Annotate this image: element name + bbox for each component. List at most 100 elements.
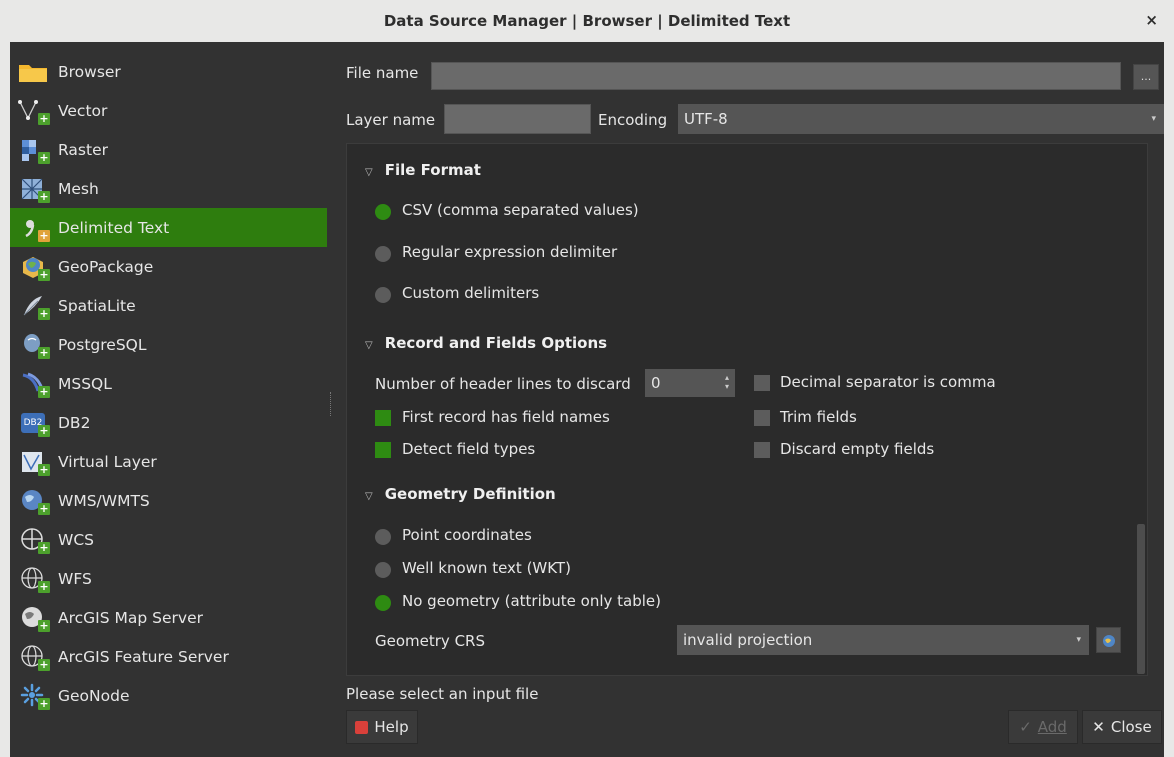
sidebar-item-wms-wmts[interactable]: + WMS/WMTS bbox=[10, 481, 327, 520]
sidebar-item-mesh[interactable]: + Mesh bbox=[10, 169, 327, 208]
browse-button[interactable]: ... bbox=[1133, 64, 1159, 90]
record-options-header[interactable]: ▽ Record and Fields Options bbox=[365, 334, 607, 352]
sidebar-item-arcgis-map-server[interactable]: + ArcGIS Map Server bbox=[10, 598, 327, 637]
close-icon: ✕ bbox=[1092, 718, 1105, 736]
detect-types-label[interactable]: Detect field types bbox=[402, 440, 535, 458]
scrollbar-thumb[interactable] bbox=[1137, 524, 1145, 674]
help-button[interactable]: Help bbox=[346, 710, 418, 744]
point-coordinates-radio[interactable] bbox=[375, 529, 391, 545]
sidebar-item-label: ArcGIS Feature Server bbox=[58, 647, 229, 666]
sidebar-item-label: WCS bbox=[58, 530, 94, 549]
discard-empty-label[interactable]: Discard empty fields bbox=[780, 440, 934, 458]
sidebar-item-raster[interactable]: + Raster bbox=[10, 130, 327, 169]
discard-empty-checkbox[interactable] bbox=[754, 442, 770, 458]
header-lines-spinbox[interactable]: 0 ▴ ▾ bbox=[645, 369, 735, 397]
trim-fields-label[interactable]: Trim fields bbox=[780, 408, 857, 426]
arcgis-map-server-icon: + bbox=[16, 604, 50, 632]
first-record-label[interactable]: First record has field names bbox=[402, 408, 610, 426]
close-window-icon[interactable]: × bbox=[1145, 11, 1158, 29]
csv-radio[interactable] bbox=[375, 204, 391, 220]
crs-selector-button[interactable] bbox=[1096, 627, 1121, 653]
wcs-icon: + bbox=[16, 526, 50, 554]
sidebar-item-arcgis-feature-server[interactable]: + ArcGIS Feature Server bbox=[10, 637, 327, 676]
detect-types-checkbox[interactable] bbox=[375, 442, 391, 458]
sidebar-item-label: GeoNode bbox=[58, 686, 130, 705]
delimited-text-icon: + bbox=[16, 214, 50, 242]
vertical-scrollbar[interactable] bbox=[1135, 144, 1147, 675]
file-format-header[interactable]: ▽ File Format bbox=[365, 161, 481, 179]
header-lines-label: Number of header lines to discard bbox=[375, 375, 631, 393]
sidebar-item-mssql[interactable]: + MSSQL bbox=[10, 364, 327, 403]
folder-icon bbox=[16, 58, 50, 86]
sidebar-item-postgresql[interactable]: + PostgreSQL bbox=[10, 325, 327, 364]
geometry-crs-label: Geometry CRS bbox=[375, 632, 485, 650]
sidebar-item-label: DB2 bbox=[58, 413, 91, 432]
geometry-definition-header[interactable]: ▽ Geometry Definition bbox=[365, 485, 556, 503]
sidebar-item-label: ArcGIS Map Server bbox=[58, 608, 203, 627]
mesh-icon: + bbox=[16, 175, 50, 203]
options-panel: ▽ File Format CSV (comma separated values… bbox=[346, 143, 1148, 676]
spatialite-icon: + bbox=[16, 292, 50, 320]
spin-arrows-icon[interactable]: ▴ ▾ bbox=[725, 373, 729, 391]
close-button[interactable]: ✕ Close bbox=[1082, 710, 1162, 744]
custom-delimiters-label[interactable]: Custom delimiters bbox=[402, 284, 539, 302]
regex-label[interactable]: Regular expression delimiter bbox=[402, 243, 617, 261]
wfs-icon: + bbox=[16, 565, 50, 593]
sidebar-item-db2[interactable]: DB2 + DB2 bbox=[10, 403, 327, 442]
sidebar-item-label: Mesh bbox=[58, 179, 99, 198]
file-name-input[interactable] bbox=[431, 62, 1121, 90]
raster-icon: + bbox=[16, 136, 50, 164]
sidebar-item-label: PostgreSQL bbox=[58, 335, 147, 354]
sidebar-item-browser[interactable]: Browser bbox=[10, 52, 327, 91]
sidebar-item-label: GeoPackage bbox=[58, 257, 154, 276]
decimal-comma-checkbox[interactable] bbox=[754, 375, 770, 391]
delimited-text-form: File name ... Layer name Encoding UTF-8 … bbox=[336, 42, 1164, 757]
dropdown-arrow-icon: ▾ bbox=[1151, 114, 1156, 124]
vector-icon: + bbox=[16, 97, 50, 125]
trim-fields-checkbox[interactable] bbox=[754, 410, 770, 426]
collapse-triangle-icon: ▽ bbox=[365, 491, 373, 502]
sidebar-item-label: Virtual Layer bbox=[58, 452, 157, 471]
add-button[interactable]: ✓ Add bbox=[1008, 710, 1078, 744]
sidebar-item-virtual-layer[interactable]: + Virtual Layer bbox=[10, 442, 327, 481]
sidebar-item-delimited-text[interactable]: + Delimited Text bbox=[10, 208, 327, 247]
mssql-icon: + bbox=[16, 370, 50, 398]
dropdown-arrow-icon: ▾ bbox=[1076, 635, 1081, 645]
geopackage-icon: + bbox=[16, 253, 50, 281]
regex-radio[interactable] bbox=[375, 246, 391, 262]
first-record-checkbox[interactable] bbox=[375, 410, 391, 426]
no-geometry-label[interactable]: No geometry (attribute only table) bbox=[402, 592, 661, 610]
custom-delimiters-radio[interactable] bbox=[375, 287, 391, 303]
encoding-select[interactable]: UTF-8 ▾ bbox=[678, 104, 1164, 134]
source-sidebar: Browser + Vector + Raster + Mesh + Delim… bbox=[10, 52, 327, 752]
geometry-crs-select[interactable]: invalid projection ▾ bbox=[677, 625, 1089, 655]
geonode-icon: + bbox=[16, 682, 50, 710]
sidebar-item-geonode[interactable]: + GeoNode bbox=[10, 676, 327, 715]
sidebar-item-label: WFS bbox=[58, 569, 92, 588]
file-name-label: File name bbox=[346, 64, 419, 82]
point-coordinates-label[interactable]: Point coordinates bbox=[402, 526, 532, 544]
sidebar-item-vector[interactable]: + Vector bbox=[10, 91, 327, 130]
wkt-label[interactable]: Well known text (WKT) bbox=[402, 559, 571, 577]
sidebar-item-label: WMS/WMTS bbox=[58, 491, 150, 510]
sidebar-item-geopackage[interactable]: + GeoPackage bbox=[10, 247, 327, 286]
layer-name-input[interactable] bbox=[444, 104, 591, 134]
wkt-radio[interactable] bbox=[375, 562, 391, 578]
encoding-label: Encoding bbox=[598, 111, 668, 129]
check-icon: ✓ bbox=[1019, 718, 1032, 736]
sidebar-item-label: Vector bbox=[58, 101, 108, 120]
collapse-triangle-icon: ▽ bbox=[365, 167, 373, 178]
sidebar-item-label: Raster bbox=[58, 140, 108, 159]
sidebar-item-wfs[interactable]: + WFS bbox=[10, 559, 327, 598]
no-geometry-radio[interactable] bbox=[375, 595, 391, 611]
status-message: Please select an input file bbox=[346, 685, 539, 703]
sidebar-item-label: Delimited Text bbox=[58, 218, 170, 237]
sidebar-item-spatialite[interactable]: + SpatiaLite bbox=[10, 286, 327, 325]
splitter-handle[interactable] bbox=[330, 392, 333, 416]
decimal-comma-label[interactable]: Decimal separator is comma bbox=[780, 373, 996, 391]
arcgis-feature-server-icon: + bbox=[16, 643, 50, 671]
layer-name-label: Layer name bbox=[346, 111, 436, 129]
window-title: Data Source Manager | Browser | Delimite… bbox=[383, 12, 791, 30]
csv-label[interactable]: CSV (comma separated values) bbox=[402, 201, 639, 219]
sidebar-item-wcs[interactable]: + WCS bbox=[10, 520, 327, 559]
